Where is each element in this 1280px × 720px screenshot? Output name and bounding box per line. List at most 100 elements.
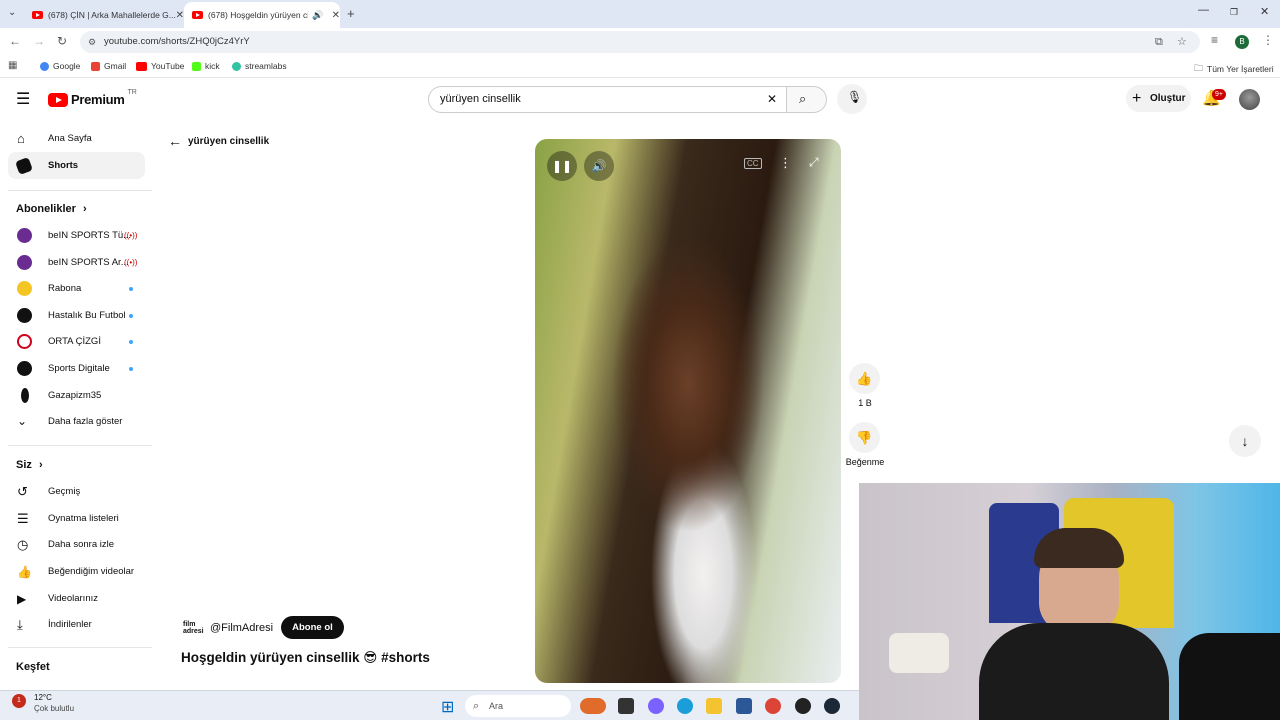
person-hair [1034,528,1124,568]
next-video-button[interactable]: ↓ [1229,425,1261,457]
sidebar-sub-item[interactable]: Hastalık Bu Futbol [8,302,145,329]
sidebar-item-liked[interactable]: 👍 Beğendiğim videolar [8,558,145,585]
menu-kebab-icon[interactable]: ⋮ [1262,33,1274,47]
sidebar-sub-item[interactable]: Sports Digitale [8,355,145,382]
bookmark-star-icon[interactable]: ☆ [1177,31,1187,53]
weather-temp[interactable]: 12°C [34,693,52,702]
steam-icon[interactable] [824,698,840,714]
like-button[interactable]: 👍 [849,363,880,394]
new-content-dot [129,287,133,291]
store-icon[interactable] [736,698,752,714]
sidebar-sub-item[interactable]: Rabona [8,275,145,302]
search-input[interactable]: yürüyen cinsellik ✕ [428,86,787,113]
taskbar-search[interactable]: ⌕ Ara [465,695,571,717]
profile-avatar[interactable]: B [1235,35,1249,49]
sidebar-item-home[interactable]: ⌂ Ana Sayfa [8,125,145,152]
windows-start-icon[interactable]: ⊞ [441,697,454,717]
channel-avatar [17,334,32,349]
captions-icon[interactable]: CC [744,158,762,169]
pause-button[interactable]: ❚❚ [547,151,577,181]
sidebar-item-label: Daha sonra izle [48,539,115,550]
account-avatar[interactable] [1239,89,1260,110]
install-icon[interactable]: ⧉ [1155,31,1163,53]
mic-icon: 🎙 [847,90,863,104]
sidebar-item-history[interactable]: ↺ Geçmiş [8,478,145,505]
close-tab-icon[interactable]: ✕ [332,10,340,21]
back-to-search[interactable]: ← yürüyen cinsellik [168,133,269,149]
app-icon[interactable] [795,698,811,714]
sidebar-item-shorts[interactable]: Shorts [8,152,145,179]
address-bar[interactable]: ⚙ youtube.com/shorts/ZHQ0jCz4YrY ⧉ ☆ [80,31,1200,53]
sidebar-sub-item[interactable]: beIN SPORTS Tü... ((•)) [8,222,145,249]
chrome-icon[interactable] [765,698,781,714]
sidebar: ⌂ Ana Sayfa Shorts Abonelikler › beIN SP… [0,121,152,690]
bookmark-label: Tüm Yer İşaretleri [1207,64,1274,74]
restore-icon[interactable]: ❐ [1230,7,1238,18]
bookmark-google[interactable]: Google [40,61,80,71]
copilot-icon[interactable] [648,698,664,714]
reload-icon[interactable]: ↻ [57,34,67,48]
sidebar-item-your-videos[interactable]: ▶ Videolarınız [8,585,145,612]
sidebar-sub-item[interactable]: ORTA ÇİZGİ [8,328,145,355]
bookmark-youtube[interactable]: YouTube [136,61,184,71]
fullscreen-icon[interactable]: ⤢ [809,155,819,170]
youtube-header: ☰ Premium TR yürüyen cinsellik ✕ ⌕ 🎙 + Ol… [0,79,1280,121]
bookmark-streamlabs[interactable]: streamlabs [232,61,287,71]
sidebar-item-watch-later[interactable]: ◷ Daha sonra izle [8,531,145,558]
media-control-icon[interactable]: ≡ [1211,33,1218,47]
widgets-icon[interactable] [580,698,606,714]
back-arrow-icon: ← [168,133,182,149]
subscriptions-heading[interactable]: Abonelikler › [16,203,87,215]
task-view-icon[interactable] [618,698,634,714]
shorts-video-player[interactable]: ❚❚ 🔊 CC ⋮ ⤢ [535,139,841,683]
voice-search-button[interactable]: 🎙 [837,84,867,114]
site-info-icon[interactable]: ⚙ [88,31,96,53]
file-explorer-icon[interactable] [706,698,722,714]
dislike-button[interactable]: 👎 [849,422,880,453]
create-button[interactable]: + Oluştur [1126,85,1191,112]
tab-title: (678) ÇİN | Arka Mahallelerde G... [48,10,176,20]
bookmark-gmail[interactable]: Gmail [91,61,126,71]
subscribe-button[interactable]: Abone ol [281,616,344,639]
apps-grid-icon[interactable]: ▦ [8,60,17,71]
tab-2[interactable]: (678) Hoşgeldin yürüyen ci... 🔊 ✕ [184,2,340,28]
new-tab-icon[interactable]: + [347,6,355,21]
search-value: yürüyen cinsellik [440,93,521,105]
divider [8,445,152,446]
tab-1[interactable]: (678) ÇİN | Arka Mahallelerde G... ✕ [24,2,184,28]
minimize-icon[interactable]: — [1198,4,1209,16]
close-tab-icon[interactable]: ✕ [176,10,184,21]
speaker-icon[interactable]: 🔊 [312,10,323,21]
close-window-icon[interactable]: ✕ [1260,5,1269,18]
divider [8,190,152,191]
weather-desc[interactable]: Çok bulutlu [34,704,74,713]
sidebar-item-playlists[interactable]: ☰ Oynatma listeleri [8,505,145,532]
edge-icon[interactable] [677,698,693,714]
channel-avatar[interactable]: film adresi [183,621,204,635]
pillow [889,633,949,673]
search-button[interactable]: ⌕ [787,86,827,113]
all-bookmarks[interactable]: 🗀 Tüm Yer İşaretleri [1194,61,1274,77]
show-more-button[interactable]: ⌄ Daha fazla göster [8,408,145,435]
youtube-premium-logo[interactable]: Premium TR [48,89,137,107]
sidebar-sub-item[interactable]: Gazapizm35 [8,382,145,409]
microphone [1179,633,1280,720]
forward-icon[interactable]: → [33,34,45,48]
bookmark-kick[interactable]: kick [192,61,220,71]
hamburger-menu-icon[interactable]: ☰ [16,89,30,109]
channel-name[interactable]: @FilmAdresi [210,622,273,634]
more-options-icon[interactable]: ⋮ [779,155,792,171]
you-heading[interactable]: Siz › [16,459,43,471]
sidebar-item-downloads[interactable]: ⤓ İndirilenler [8,611,145,638]
kick-icon [192,61,201,71]
channel-avatar [21,388,29,403]
sidebar-item-label: Videolarınız [48,593,98,604]
chevron-right-icon: › [82,203,87,215]
clear-search-icon[interactable]: ✕ [767,87,777,112]
sidebar-sub-item[interactable]: beIN SPORTS Ar... ((•)) [8,249,145,276]
sidebar-item-label: Ana Sayfa [48,133,92,144]
back-icon[interactable]: ← [9,34,21,48]
new-content-dot [129,340,133,344]
tab-search-icon[interactable]: ⌄ [8,7,16,18]
volume-button[interactable]: 🔊 [584,151,614,181]
